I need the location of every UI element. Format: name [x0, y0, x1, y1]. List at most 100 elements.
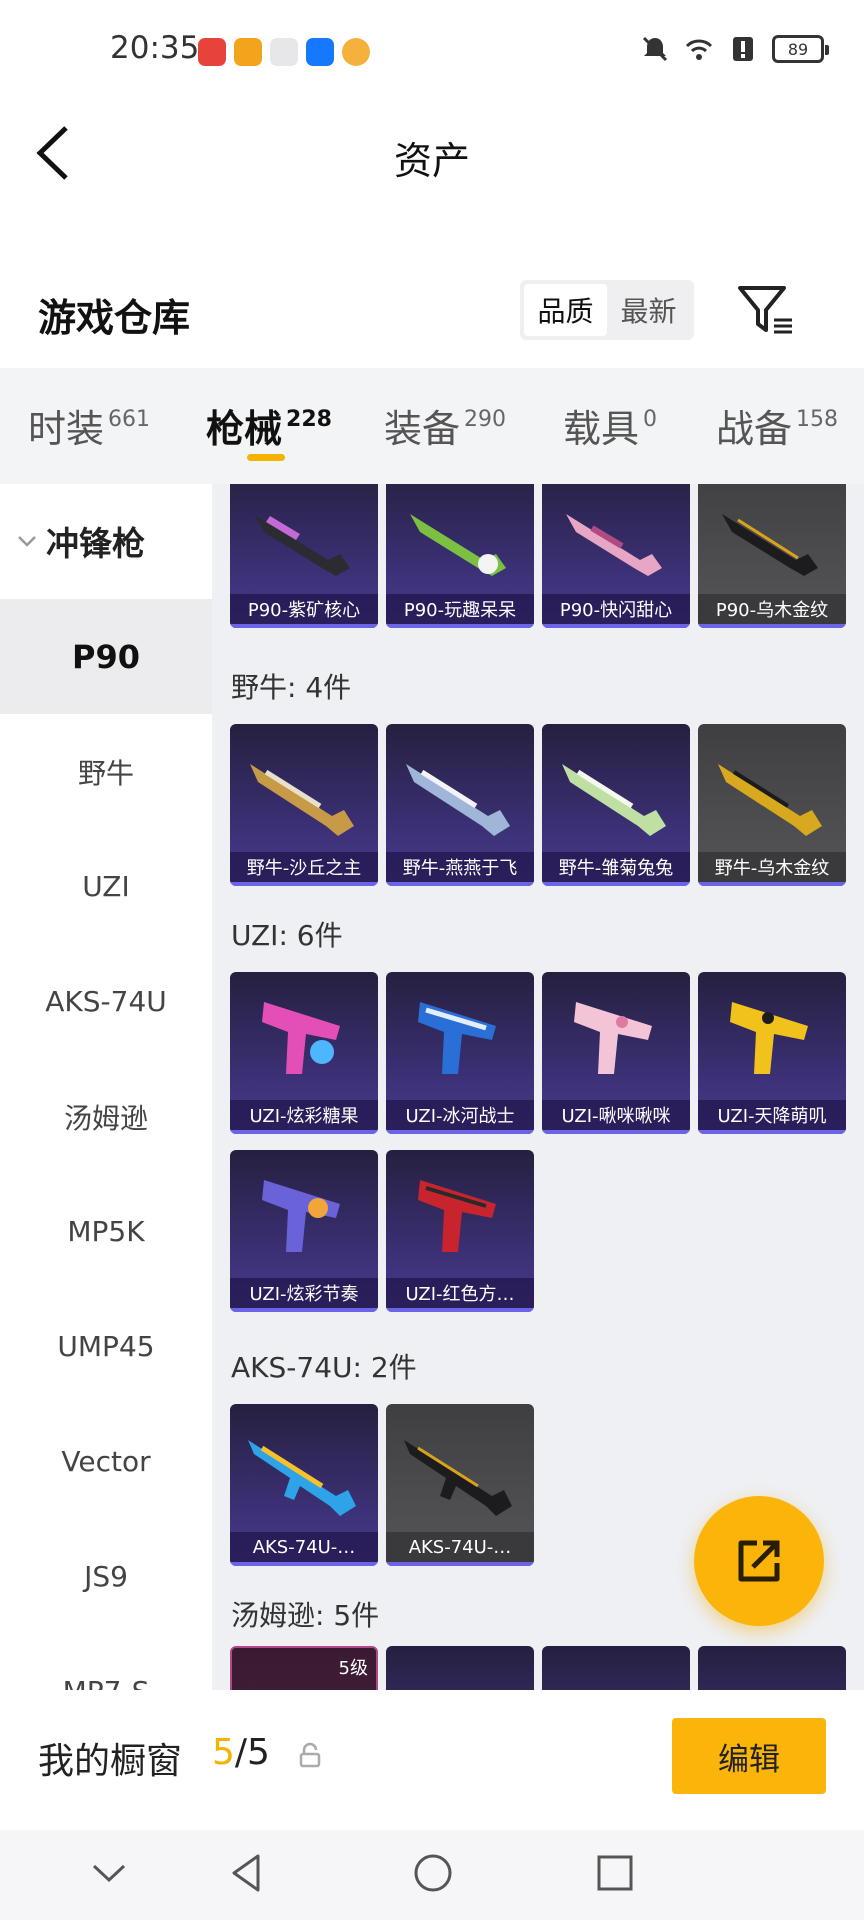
rarity-bar: [698, 624, 846, 628]
alert-icon: [733, 37, 753, 61]
weapon-card[interactable]: P90-玩趣呆呆: [386, 484, 534, 628]
sidebar-item-bison[interactable]: 野牛: [0, 714, 212, 829]
tab-fashion[interactable]: 时装 661: [28, 398, 150, 453]
sidebar-item-vector[interactable]: Vector: [0, 1404, 212, 1519]
alipay-icon: [306, 38, 334, 66]
tab-label: 载具: [563, 407, 640, 451]
weapon-card[interactable]: [542, 1646, 690, 1690]
weapon-card[interactable]: [386, 1646, 534, 1690]
weapon-card[interactable]: 野牛-乌木金纹: [698, 724, 846, 886]
lock-icon: [299, 1742, 321, 1768]
status-time: 20:35: [110, 30, 200, 66]
rarity-bar: [386, 882, 534, 886]
rarity-bar: [230, 1308, 378, 1312]
tab-label: 枪械: [206, 407, 283, 451]
p90-skin-icon: [566, 514, 662, 576]
rarity-bar: [698, 882, 846, 886]
group-label-uzi: UZI: 6件: [231, 919, 343, 952]
tab-equipment[interactable]: 装备 290: [384, 398, 506, 453]
weapon-card[interactable]: P90-紫矿核心: [230, 484, 378, 628]
weapon-card[interactable]: 野牛-燕燕于飞: [386, 724, 534, 886]
weapon-card[interactable]: UZI-炫彩节奏: [230, 1150, 378, 1312]
weapon-card[interactable]: UZI-炫彩糖果: [230, 972, 378, 1134]
weapon-name: UZI-天降萌叽: [698, 1100, 846, 1130]
p90-skin-icon: [410, 514, 506, 576]
app-notification-icon: [342, 38, 370, 66]
category-tabs: 时装 661 枪械 228 装备 290 载具 0 战备 158: [0, 368, 864, 484]
tab-label: 装备: [384, 407, 461, 451]
sidebar-item-mp7s[interactable]: MP7-S: [0, 1634, 212, 1690]
share-icon: [738, 1540, 780, 1582]
tab-count: 0: [643, 407, 658, 432]
tab-count: 290: [464, 407, 507, 432]
rarity-bar: [230, 1130, 378, 1134]
weapon-name: 野牛-乌木金纹: [698, 852, 846, 882]
sidebar-item-p90[interactable]: P90: [0, 599, 212, 714]
wifi-icon: [685, 39, 713, 60]
weapon-name: 野牛-燕燕于飞: [386, 852, 534, 882]
weapon-card[interactable]: UZI-啾咪啾咪: [542, 972, 690, 1134]
mute-bell-icon: [642, 36, 668, 62]
app-notification-icon: [270, 38, 298, 66]
rarity-bar: [386, 1562, 534, 1566]
thompson-skin-icon: [396, 1656, 524, 1690]
weapon-card[interactable]: 野牛-沙丘之主: [230, 724, 378, 886]
rarity-bar: [230, 882, 378, 886]
group-label-thompson: 汤姆逊: 5件: [231, 1599, 380, 1632]
status-app-icons: [198, 38, 370, 66]
tab-supplies[interactable]: 战备 158: [716, 398, 838, 453]
status-indicators: 89: [640, 34, 829, 64]
filter-icon[interactable]: [736, 282, 796, 338]
weapon-name: UZI-炫彩节奏: [230, 1278, 378, 1308]
sidebar-category-header[interactable]: 冲锋枪: [0, 484, 212, 598]
tab-count: 228: [286, 407, 332, 432]
page-title: 资产: [393, 139, 470, 183]
weapon-card[interactable]: AKS-74U-…: [230, 1404, 378, 1566]
hide-keyboard-icon[interactable]: [84, 1848, 134, 1898]
sidebar-category-label: 冲锋枪: [46, 524, 145, 563]
weapon-card[interactable]: UZI-红色方…: [386, 1150, 534, 1312]
p90-skin-icon: [722, 514, 818, 576]
weapon-type-sidebar: 冲锋枪 P90 野牛 UZI AKS-74U 汤姆逊 MP5K UMP45 Ve…: [0, 484, 212, 1690]
sidebar-item-ump45[interactable]: UMP45: [0, 1289, 212, 1404]
system-nav-bar: [0, 1830, 864, 1920]
bison-skin-icon: [562, 764, 666, 836]
weapon-card[interactable]: AKS-74U-…: [386, 1404, 534, 1566]
weapon-card[interactable]: P90-乌木金纹: [698, 484, 846, 628]
weapon-card[interactable]: 5级: [230, 1646, 378, 1690]
tab-count: 158: [796, 407, 839, 432]
nav-recents-icon[interactable]: [590, 1848, 640, 1898]
sidebar-item-uzi[interactable]: UZI: [0, 829, 212, 944]
nav-back-icon[interactable]: [222, 1848, 272, 1898]
weapon-name: P90-紫矿核心: [230, 594, 378, 624]
weapon-name: UZI-冰河战士: [386, 1100, 534, 1130]
showcase-bar: 我的橱窗 5/5 编辑: [0, 1690, 864, 1830]
tab-vehicles[interactable]: 载具 0: [563, 398, 657, 453]
share-button[interactable]: [694, 1496, 824, 1626]
aks74u-skin-icon: [404, 1440, 512, 1516]
weapon-card[interactable]: 野牛-雏菊兔兔: [542, 724, 690, 886]
weapon-name: AKS-74U-…: [386, 1532, 534, 1562]
weapon-card[interactable]: UZI-冰河战士: [386, 972, 534, 1134]
tab-firearms[interactable]: 枪械 228: [206, 398, 332, 453]
tab-label: 时装: [28, 407, 105, 451]
app-root: 20:35 89 资产 游戏仓库 品质 最新 时装 661 枪械 228 装备 290: [0, 0, 864, 1920]
sidebar-item-thompson[interactable]: 汤姆逊: [0, 1059, 212, 1174]
sidebar-item-mp5k[interactable]: MP5K: [0, 1174, 212, 1289]
weapon-card[interactable]: UZI-天降萌叽: [698, 972, 846, 1134]
sort-quality-option[interactable]: 品质: [524, 284, 607, 336]
weapon-name: P90-乌木金纹: [698, 594, 846, 624]
weapon-name: AKS-74U-…: [230, 1532, 378, 1562]
uzi-skin-icon: [730, 1002, 808, 1074]
weapon-card[interactable]: [698, 1646, 846, 1690]
sidebar-item-aks74u[interactable]: AKS-74U: [0, 944, 212, 1059]
bison-skin-icon: [250, 764, 354, 836]
rarity-bar: [230, 1562, 378, 1566]
edit-button[interactable]: 编辑: [672, 1718, 826, 1794]
group-label-bison: 野牛: 4件: [231, 671, 352, 704]
weapon-card[interactable]: P90-快闪甜心: [542, 484, 690, 628]
nav-home-icon[interactable]: [408, 1848, 458, 1898]
sort-newest-option[interactable]: 最新: [607, 284, 690, 336]
rarity-bar: [542, 1130, 690, 1134]
sidebar-item-js9[interactable]: JS9: [0, 1519, 212, 1634]
